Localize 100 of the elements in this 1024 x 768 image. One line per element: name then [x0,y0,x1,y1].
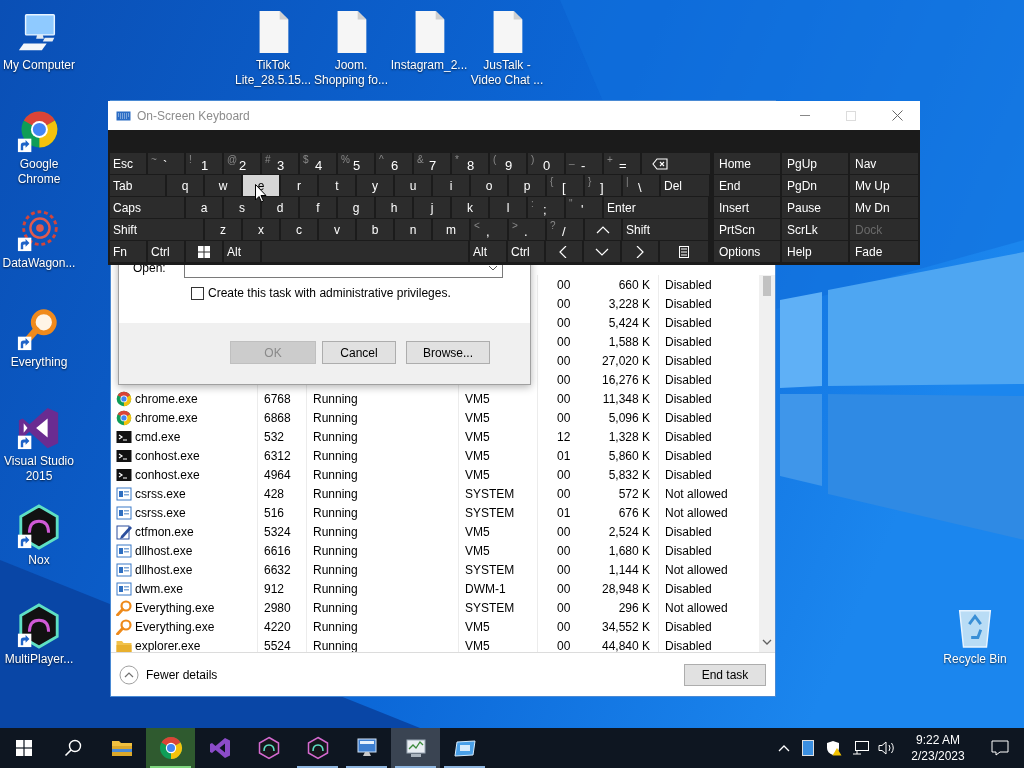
keyboard-key[interactable]: PrtScn [714,219,780,240]
checkbox[interactable] [191,286,204,300]
keyboard-key[interactable]: Ctrl [148,241,184,262]
table-cell-text: 5,832 K [608,466,650,484]
keyboard-key[interactable]: Enter [604,197,708,218]
keyboard-key[interactable]: % 5 [338,153,374,174]
keyboard-key[interactable]: " ' [566,197,602,218]
keyboard-key[interactable]: @2 [224,153,260,174]
keyboard-key[interactable]: k [452,197,488,218]
dialog-button[interactable]: Browse... [406,341,490,364]
keyboard-key[interactable]: i [433,175,469,196]
keyboard-key[interactable]: j [414,197,450,218]
keyboard-key[interactable]: $ 4 [300,153,336,174]
keyboard-key[interactable]: f [300,197,336,218]
keyboard-key[interactable]: Ctrl [508,241,544,262]
keyboard-key[interactable]: Alt [224,241,260,262]
keyboard-key[interactable]: g [338,197,374,218]
keyboard-key[interactable]: { [ [547,175,583,196]
keyboard-key[interactable]: n [395,219,431,240]
keyboard-key[interactable]: Alt [470,241,506,262]
keyboard-key[interactable]: Options [714,241,780,262]
keyboard-key[interactable] [660,241,708,262]
scroll-bar[interactable] [759,275,775,652]
table-cell-text: 6632 [264,561,291,579]
keyboard-key[interactable]: ScrLk [782,219,848,240]
keyboard-key[interactable]: w [205,175,241,196]
keyboard-key[interactable]: Fade [850,241,918,262]
keyboard-key[interactable]: o [471,175,507,196]
table-cell-text: 00 [557,618,571,636]
keyboard-key[interactable]: ) 0 [528,153,564,174]
keyboard-key[interactable]: Del [661,175,709,196]
volume-icon[interactable] [878,740,896,756]
keyboard-key[interactable]: Esc [110,153,146,174]
keyboard-key[interactable]: u [395,175,431,196]
keyboard-key[interactable] [186,241,222,262]
chevron-down-icon[interactable] [488,265,498,271]
keyboard-key[interactable]: Shift [623,219,708,240]
keyboard-key[interactable]: End [714,175,780,196]
keyboard-key[interactable]: y [357,175,393,196]
keyboard-key[interactable]: PgDn [782,175,848,196]
keyboard-key[interactable]: s [224,197,260,218]
keyboard-key[interactable]: q [167,175,203,196]
keyboard-key[interactable]: * 8 [452,153,488,174]
keyboard-key[interactable]: v [319,219,355,240]
tablet-icon[interactable] [802,740,814,756]
keyboard-key[interactable]: h [376,197,412,218]
keyboard-key[interactable]: d [262,197,298,218]
keyboard-key[interactable]: Mv Dn [850,197,918,218]
shield-warning-icon[interactable] [826,740,842,756]
keyboard-key[interactable]: a [186,197,222,218]
network-icon[interactable] [852,740,870,756]
keyboard-key[interactable]: Fn [110,241,146,262]
keyboard-key[interactable]: z [205,219,241,240]
keyboard-key[interactable]: Shift [110,219,203,240]
dialog-button[interactable]: Cancel [322,341,396,364]
keyboard-key[interactable]: # 3 [262,153,298,174]
keyboard-key[interactable]: Caps [110,197,184,218]
keyboard-key[interactable]: < , [471,219,507,240]
keyboard-key[interactable]: x [243,219,279,240]
keyboard-key[interactable]: b [357,219,393,240]
keyboard-key[interactable]: & 7 [414,153,450,174]
keyboard-key[interactable]: Home [714,153,780,174]
table-cell-text: Running [313,599,358,617]
keyboard-key[interactable]: Tab [110,175,165,196]
keyboard-key[interactable]: Help [782,241,848,262]
clock[interactable]: 9:22 AM 2/23/2023 [900,732,976,764]
scroll-thumb[interactable] [763,276,771,296]
table-cell-text: Running [313,504,358,522]
keyboard-key[interactable]: ( 9 [490,153,526,174]
chevron-down-icon[interactable] [762,639,772,646]
keyboard-key[interactable]: r [281,175,317,196]
taskbar-app-button[interactable] [391,728,440,768]
keyboard-key[interactable]: ~ ` [148,153,184,174]
process-name: explorer.exe [135,637,201,652]
keyboard-key[interactable]: Mv Up [850,175,918,196]
keyboard-key[interactable]: _ - [566,153,602,174]
end-task-button[interactable]: End task [684,663,766,686]
table-cell-text: 00 [557,314,571,332]
fewer-details-button[interactable]: Fewer details [119,664,218,685]
keyboard-key[interactable]: > . [509,219,545,240]
keyboard-key[interactable]: ^ 6 [376,153,412,174]
keyboard-key[interactable]: | \ [623,175,659,196]
table-cell-text: 34,552 K [601,618,650,636]
keyboard-key[interactable]: l [490,197,526,218]
chevron-up-icon[interactable] [778,744,790,752]
table-cell-text: 1,680 K [608,542,650,560]
keyboard-key[interactable]: ? / [547,219,583,240]
keyboard-key[interactable]: Nav [850,153,918,174]
keyboard-key[interactable]: PgUp [782,153,848,174]
table-cell-text: 00 [557,466,571,484]
keyboard-key[interactable]: : ; [528,197,564,218]
keyboard-key[interactable]: ! 1 [186,153,222,174]
keyboard-key[interactable]: } ] [585,175,621,196]
keyboard-key[interactable]: t [319,175,355,196]
keyboard-key[interactable]: c [281,219,317,240]
keyboard-key[interactable]: Pause [782,197,848,218]
keyboard-key[interactable]: p [509,175,545,196]
keyboard-key[interactable]: Insert [714,197,780,218]
keyboard-key[interactable]: m [433,219,469,240]
keyboard-key[interactable]: + = [604,153,640,174]
